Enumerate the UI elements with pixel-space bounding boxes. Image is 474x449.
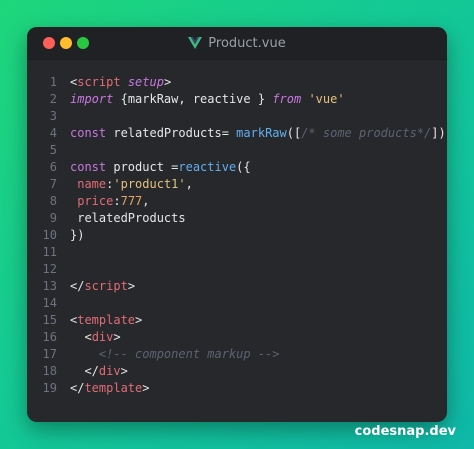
code-token: }) [70, 228, 85, 242]
code-token: </ [70, 279, 85, 293]
code-token: const [70, 126, 107, 140]
line-number: 6 [49, 160, 57, 174]
code-token: > [142, 381, 150, 395]
code-token: </ [70, 381, 85, 395]
line-number: 16 [42, 330, 57, 344]
code-line: 2 import {markRaw, reactive } from 'vue' [27, 91, 447, 108]
line-number: 10 [42, 228, 57, 242]
code-token: 'vue' [308, 92, 345, 106]
code-token: import [70, 92, 114, 106]
line-number: 8 [49, 194, 57, 208]
code-line: 9 relatedProducts [27, 210, 447, 227]
code-line: 6 const product =reactive({ [27, 159, 447, 176]
code-token: > [120, 364, 128, 378]
code-window: Product.vue 1 <script setup> 2 import {m… [27, 27, 447, 422]
code-line: 11 [27, 244, 447, 261]
line-number: 12 [42, 262, 57, 276]
line-number: 5 [49, 143, 57, 157]
code-line: 18 </div> [27, 363, 447, 380]
line-number: 17 [42, 347, 57, 361]
code-line: 16 <div> [27, 329, 447, 346]
code-token: : [113, 194, 121, 208]
code-token: price [77, 194, 114, 208]
code-token: { [113, 92, 128, 106]
code-token: 'product1' [113, 177, 186, 191]
code-line: 14 [27, 295, 447, 312]
code-line: 15 <template> [27, 312, 447, 329]
code-token: markRaw, reactive [127, 92, 258, 106]
code-token: template [84, 381, 143, 395]
line-number: 19 [42, 381, 57, 395]
line-number: 15 [42, 313, 57, 327]
line-number: 11 [42, 245, 57, 259]
code-line: 1 <script setup> [27, 74, 447, 91]
line-number: 14 [42, 296, 57, 310]
code-line: 3 [27, 108, 447, 125]
code-line: 5 [27, 142, 447, 159]
code-line: 8 price:777, [27, 193, 447, 210]
code-token: , [185, 177, 193, 191]
code-token: 777 [120, 194, 143, 208]
code-token: > [113, 330, 121, 344]
line-number: 13 [42, 279, 57, 293]
code-token: product = [106, 160, 179, 174]
code-token: const [70, 160, 107, 174]
line-number: 4 [49, 126, 57, 140]
brand-watermark: codesnap.dev [354, 424, 456, 439]
line-number: 18 [42, 364, 57, 378]
vue-logo-icon [188, 37, 203, 49]
code-token: script [77, 75, 121, 89]
code-token: relatedProducts= [106, 126, 237, 140]
file-title: Product.vue [27, 27, 447, 59]
code-token: ]) [431, 126, 446, 140]
code-token: ({ [236, 160, 251, 174]
code-token: div [91, 330, 114, 344]
code-line: 10 }) [27, 227, 447, 244]
title-bar: Product.vue [27, 27, 447, 60]
code-comment: <!-- component markup --> [98, 347, 280, 361]
code-line: 17 <!-- component markup --> [27, 346, 447, 363]
line-number: 9 [49, 211, 57, 225]
code-editor: 1 <script setup> 2 import {markRaw, reac… [27, 60, 447, 397]
code-token: < [84, 330, 92, 344]
code-line: 7 name:'product1', [27, 176, 447, 193]
line-number: 7 [49, 177, 57, 191]
code-line: 13 </script> [27, 278, 447, 295]
line-number: 1 [49, 75, 57, 89]
line-number: 2 [49, 92, 57, 106]
code-token: > [127, 279, 136, 293]
code-token: script [84, 279, 128, 293]
code-token: ([ [286, 126, 302, 140]
code-token: , [142, 194, 150, 208]
code-token: } [257, 92, 266, 106]
code-line: 12 [27, 261, 447, 278]
code-line: 19 </template> [27, 380, 447, 397]
code-token: </ [84, 364, 99, 378]
code-comment: /* some products*/ [301, 126, 432, 140]
file-name: Product.vue [208, 35, 286, 51]
code-line: 4 const relatedProducts= markRaw([/* som… [27, 125, 447, 142]
code-token: name [77, 177, 107, 191]
code-token: setup [120, 75, 164, 89]
code-token: relatedProducts [70, 211, 186, 225]
code-token: template [77, 313, 136, 327]
line-number: 3 [49, 109, 57, 123]
code-token: from [265, 92, 309, 106]
code-token: markRaw [236, 126, 287, 140]
code-token: reactive [178, 160, 237, 174]
code-token: div [98, 364, 121, 378]
code-token: > [135, 313, 143, 327]
code-token: > [163, 75, 172, 89]
